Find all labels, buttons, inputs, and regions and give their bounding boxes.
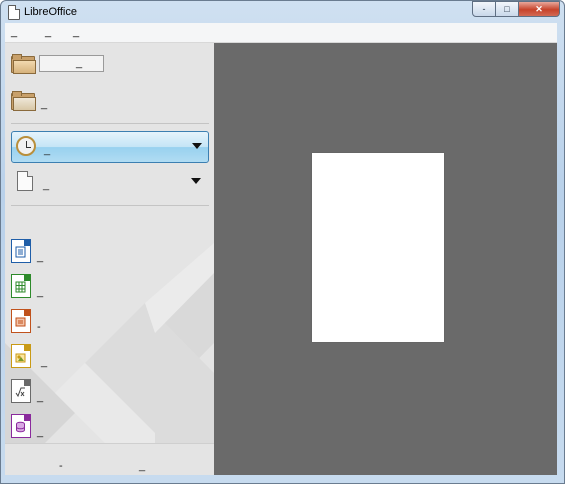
create-math-row[interactable]: _ (11, 379, 43, 403)
open-file-label: _ (76, 56, 83, 69)
open-file-button[interactable]: _ (39, 54, 104, 72)
title-bar[interactable]: LibreOffice - □ ✕ (1, 1, 564, 23)
start-center: _ _ _ _ _ _ - _ _ _ - _ (5, 43, 557, 475)
remote-files-row[interactable]: _ (11, 89, 48, 111)
recent-files-label: _ (44, 144, 51, 156)
create-base-label: _ (37, 425, 44, 438)
menu-item-help[interactable]: _ (73, 26, 79, 38)
separator (11, 205, 209, 206)
menu-item-tools[interactable]: _ (45, 26, 51, 38)
chevron-down-icon[interactable] (191, 178, 201, 184)
create-impress-row[interactable]: - (11, 309, 41, 333)
open-file-row[interactable]: _ (11, 54, 104, 74)
writer-document-icon (11, 239, 31, 263)
menu-item-file[interactable]: _ (11, 26, 17, 38)
remote-folder-icon (11, 90, 36, 111)
libreoffice-app-icon (8, 5, 20, 20)
window-title: LibreOffice (24, 6, 77, 18)
start-center-sidebar: _ _ _ _ _ _ - _ _ _ - _ (5, 43, 214, 475)
create-base-row[interactable]: _ (11, 414, 43, 438)
sidebar-bottom-bar: - _ (5, 443, 214, 475)
document-thumbnail-area[interactable] (312, 153, 444, 342)
clock-icon (16, 136, 36, 156)
recent-files-button[interactable]: _ (11, 131, 209, 163)
create-writer-row[interactable]: _ (11, 239, 43, 263)
minimize-button[interactable]: - (472, 1, 496, 17)
create-draw-row[interactable]: _ (11, 344, 47, 368)
help-link[interactable]: - (59, 460, 63, 472)
create-calc-label: _ (37, 285, 44, 298)
menu-bar: _ _ _ (5, 23, 557, 43)
templates-label: _ (43, 179, 50, 191)
create-math-label: _ (37, 390, 44, 403)
calc-spreadsheet-icon (11, 274, 31, 298)
base-database-icon (11, 414, 31, 438)
remote-files-label: _ (41, 98, 48, 110)
open-folder-icon (11, 54, 36, 74)
create-calc-row[interactable]: _ (11, 274, 43, 298)
create-draw-label: _ (41, 355, 48, 368)
create-impress-label: - (37, 320, 41, 333)
draw-drawing-icon (11, 344, 31, 368)
math-formula-icon (11, 379, 31, 403)
close-button[interactable]: ✕ (518, 1, 560, 17)
libreoffice-window: LibreOffice - □ ✕ _ _ _ _ _ _ _ _ _ - _ … (0, 0, 565, 484)
create-writer-label: _ (37, 250, 44, 263)
maximize-button[interactable]: □ (495, 1, 519, 17)
chevron-down-icon[interactable] (192, 143, 202, 149)
caption-buttons: - □ ✕ (472, 1, 560, 17)
template-page-icon (17, 171, 33, 191)
extensions-link[interactable]: _ (139, 460, 145, 472)
templates-button[interactable]: _ (11, 167, 207, 195)
impress-presentation-icon (11, 309, 31, 333)
separator (11, 123, 209, 124)
